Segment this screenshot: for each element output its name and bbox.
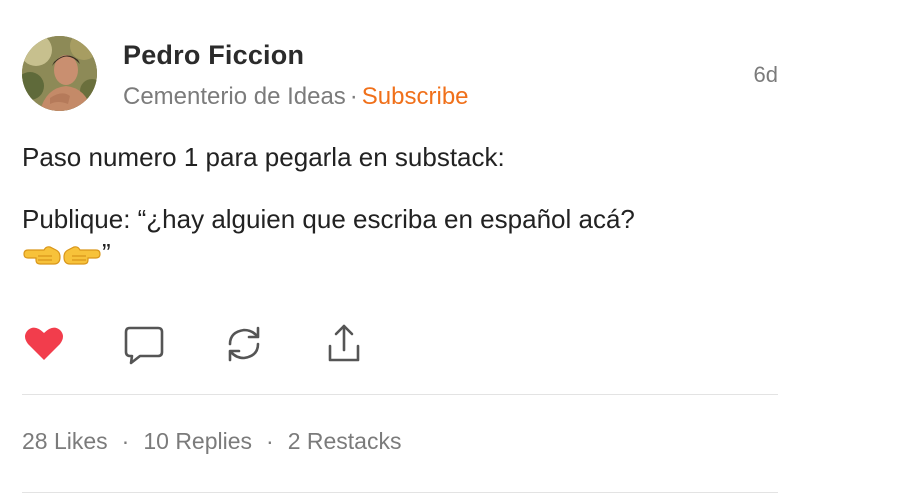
- post-timestamp[interactable]: 6d: [754, 62, 778, 88]
- post-paragraph-text: Publique: “¿hay alguien que escriba en e…: [22, 204, 635, 234]
- author-name[interactable]: Pedro Ficcion: [123, 40, 304, 71]
- publication-line: Cementerio de Ideas · Subscribe: [123, 83, 469, 111]
- comment-icon: [122, 322, 168, 366]
- share-icon: [322, 322, 368, 366]
- pointing-right-emoji-icon: [62, 242, 102, 276]
- like-button[interactable]: [22, 322, 68, 368]
- restacks-count[interactable]: 2 Restacks: [288, 428, 402, 454]
- publication-name[interactable]: Cementerio de Ideas: [123, 83, 346, 110]
- author-avatar[interactable]: [22, 36, 97, 111]
- note-post: Pedro Ficcion Cementerio de Ideas · Subscr…: [22, 0, 778, 500]
- meta-separator: ·: [349, 83, 358, 110]
- post-paragraph: Publique: “¿hay alguien que escriba en e…: [22, 202, 778, 276]
- stats-separator: ·: [266, 428, 274, 454]
- stats-divider-bottom: [22, 492, 778, 493]
- likes-count[interactable]: 28 Likes: [22, 428, 108, 454]
- replies-count[interactable]: 10 Replies: [143, 428, 252, 454]
- pointing-left-emoji-icon: [22, 242, 62, 276]
- reply-button[interactable]: [122, 322, 168, 368]
- share-button[interactable]: [322, 322, 368, 368]
- engagement-stats: 28 Likes · 10 Replies · 2 Restacks: [22, 428, 401, 455]
- stats-divider-top: [22, 394, 778, 395]
- restack-button[interactable]: [222, 322, 268, 368]
- post-paragraph: Paso numero 1 para pegarla en substack:: [22, 142, 505, 172]
- stats-separator: ·: [121, 428, 130, 454]
- subscribe-link[interactable]: Subscribe: [362, 83, 469, 110]
- post-actions: [22, 322, 422, 368]
- heart-icon: [22, 322, 68, 366]
- post-paragraph-end: ”: [102, 238, 111, 268]
- restack-icon: [222, 322, 268, 366]
- post-body: Paso numero 1 para pegarla en substack: …: [22, 140, 778, 304]
